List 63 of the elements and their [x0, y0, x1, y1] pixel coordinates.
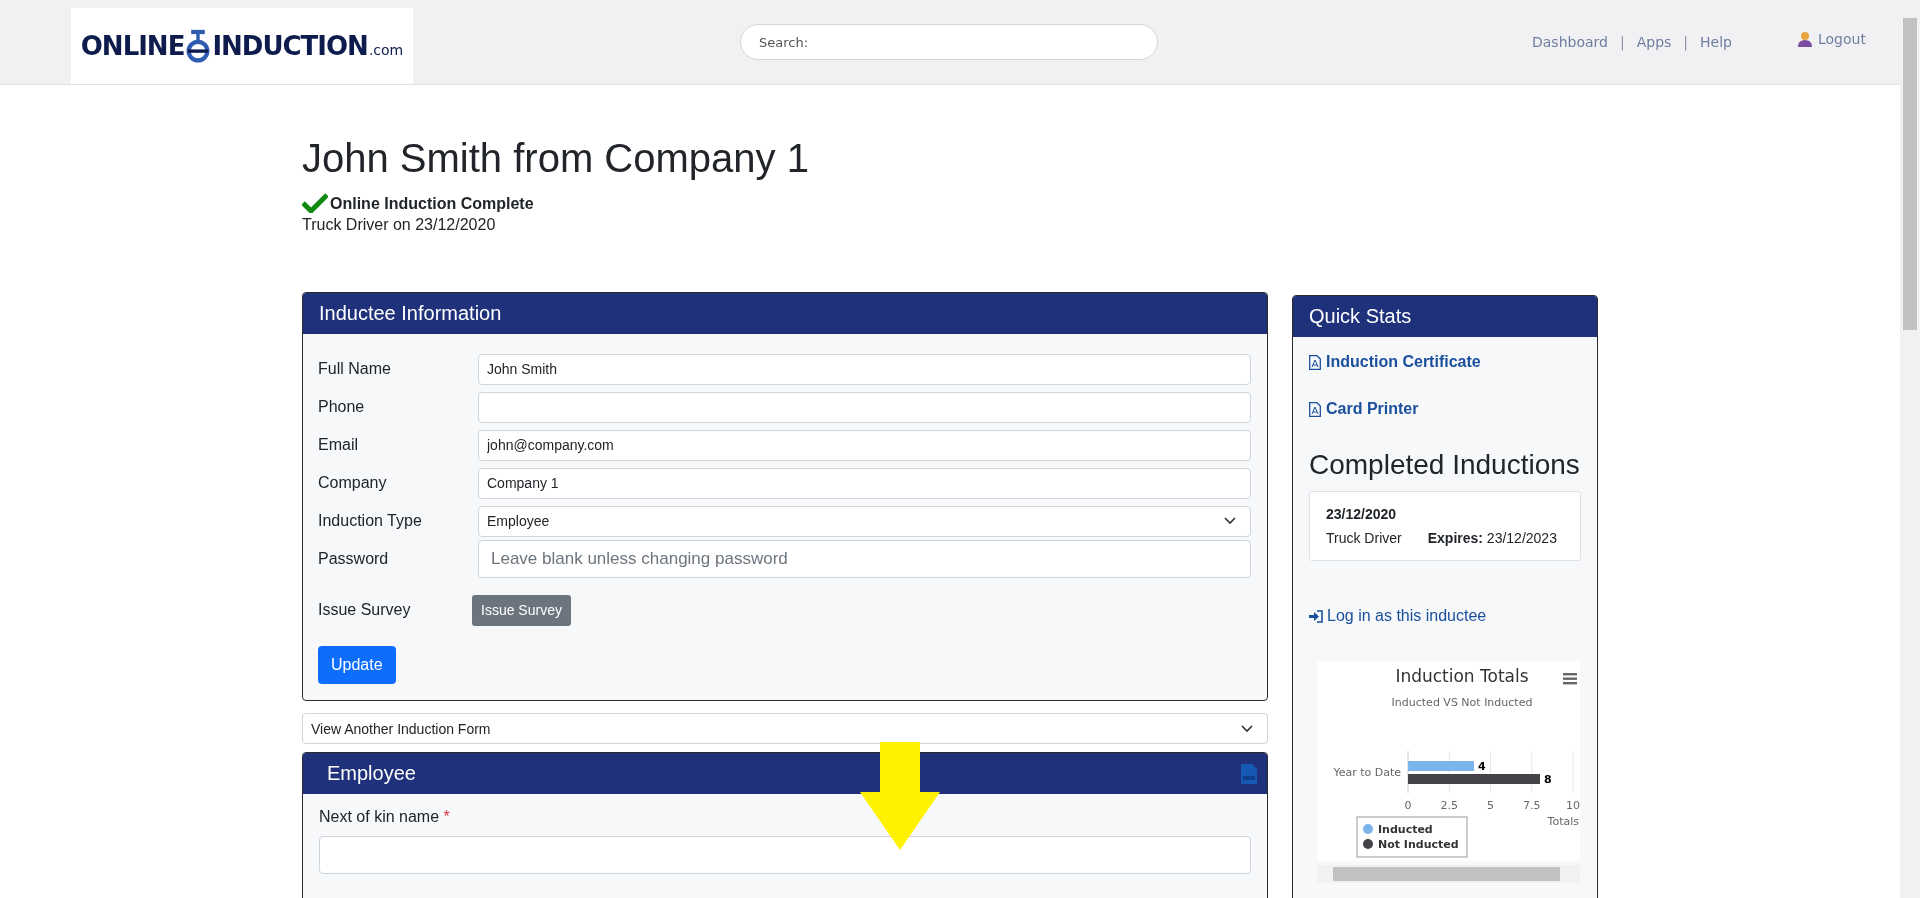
text-field[interactable]: [478, 391, 1251, 423]
nav-link[interactable]: Help: [1700, 34, 1732, 50]
field-label: Induction Type: [318, 512, 423, 530]
category-label: Year to Date: [1333, 766, 1401, 779]
form-select[interactable]: View Another Induction Form: [302, 713, 1268, 744]
chevron-down-icon: [1224, 517, 1236, 525]
panel-title: Employee: [327, 762, 416, 785]
field-label: Password: [318, 550, 390, 568]
nav-separator: |: [1683, 34, 1689, 50]
logout-link[interactable]: Logout: [1798, 31, 1866, 47]
chart-subtitle: Inducted VS Not Inducted: [1391, 696, 1533, 709]
nav-separator: |: [1619, 34, 1625, 50]
field-label: Full Name: [318, 360, 392, 378]
csv-file-icon[interactable]: [1241, 763, 1257, 784]
down-arrow-icon: [860, 742, 940, 850]
text-field[interactable]: John Smith: [478, 353, 1251, 385]
vertical-scrollbar[interactable]: [1900, 0, 1920, 898]
data-label: 4: [1478, 760, 1486, 773]
legend-label[interactable]: Not Inducted: [1378, 838, 1459, 851]
field-label: Email: [318, 436, 359, 454]
chart-title: Induction Totals: [1395, 666, 1529, 686]
select-field[interactable]: Employee: [478, 505, 1251, 537]
password-field[interactable]: Leave blank unless changing password: [478, 540, 1251, 578]
axis-tick-label: 2.5: [1440, 799, 1458, 812]
nav-link[interactable]: Dashboard: [1532, 34, 1608, 50]
axis-tick-label: 7.5: [1523, 799, 1541, 812]
search-field[interactable]: Search:: [740, 24, 1158, 60]
axis-title: Totals: [1547, 815, 1579, 828]
field-label: Next of kin name *: [319, 808, 451, 826]
field-label: Company: [318, 474, 388, 492]
field-label: Issue Survey: [318, 601, 412, 619]
pdf-link[interactable]: Induction Certificate: [1309, 353, 1581, 371]
horizontal-scrollbar[interactable]: [1317, 865, 1580, 883]
text-field[interactable]: [319, 836, 1251, 874]
checkmark-icon: [302, 193, 328, 213]
induction-role: Truck Driver: [1326, 530, 1402, 546]
pdf-link[interactable]: Card Printer: [1309, 400, 1581, 418]
sign-in-icon: [1309, 609, 1323, 623]
induction-subtitle: Truck Driver on 23/12/2020: [302, 216, 497, 234]
panel-title: Quick Stats: [1309, 305, 1412, 328]
page-title: John Smith from Company 1: [302, 135, 810, 181]
status-text: Online Induction Complete: [330, 195, 534, 213]
induction-date: 23/12/2020: [1326, 506, 1398, 522]
axis-tick-label: 10: [1566, 799, 1580, 812]
update-button[interactable]: Update: [318, 646, 396, 684]
login-link[interactable]: Log in as this inductee: [1309, 607, 1581, 625]
issue-survey-button[interactable]: Issue Survey: [472, 594, 571, 626]
text-field[interactable]: john@company.com: [478, 429, 1251, 461]
field-label: Phone: [318, 398, 366, 416]
panel-title: Inductee Information: [319, 302, 502, 325]
axis-tick-label: 5: [1487, 799, 1494, 812]
menu-icon[interactable]: [1563, 673, 1577, 685]
section-heading: Completed Inductions: [1309, 449, 1581, 481]
nav-link[interactable]: Apps: [1636, 34, 1672, 50]
legend-label[interactable]: Inducted: [1378, 823, 1433, 836]
chevron-down-icon: [1241, 724, 1253, 733]
data-label: 8: [1544, 773, 1552, 786]
user-icon: [1798, 31, 1812, 47]
pdf-file-icon: [1309, 354, 1321, 370]
axis-tick-label: 0: [1404, 799, 1412, 812]
pdf-file-icon: [1309, 401, 1321, 417]
expiry-text: Expires: 23/12/2023: [1427, 530, 1557, 546]
text-field[interactable]: Company 1: [478, 467, 1251, 499]
